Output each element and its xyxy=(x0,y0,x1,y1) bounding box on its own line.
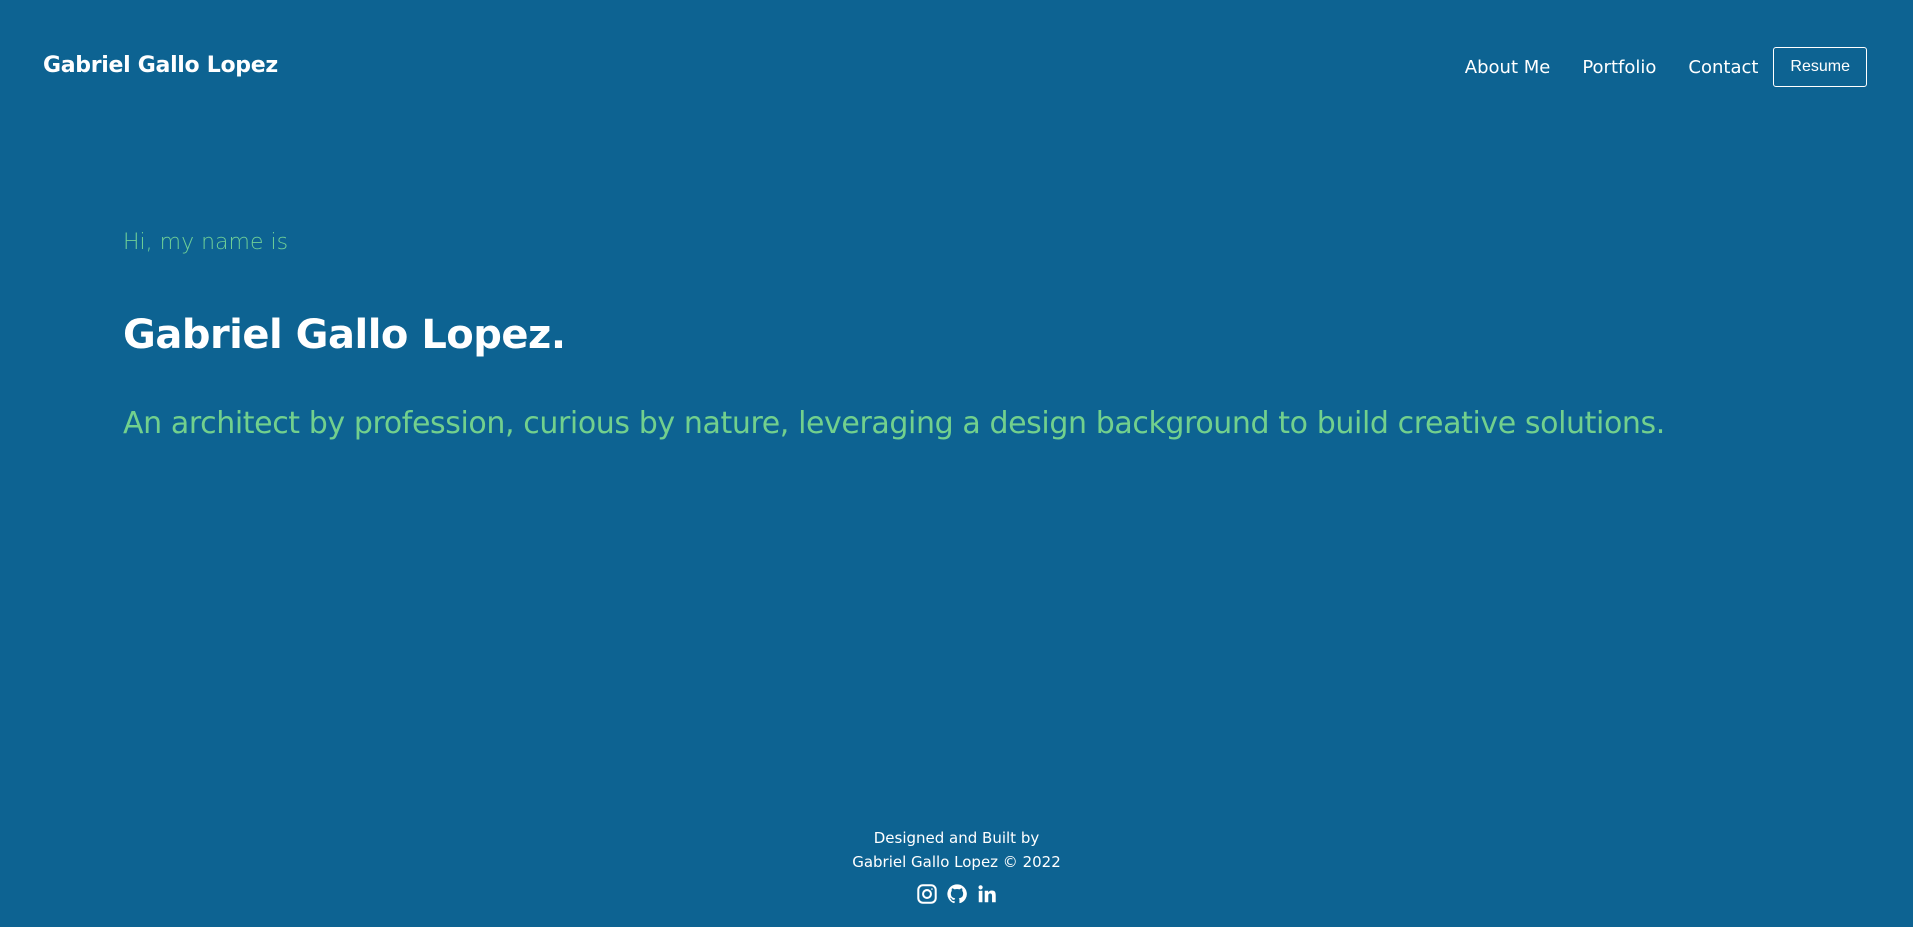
nav-link-portfolio[interactable]: Portfolio xyxy=(1582,57,1656,78)
hero-name-heading: Gabriel Gallo Lopez. xyxy=(123,312,566,358)
resume-button[interactable]: Resume xyxy=(1773,47,1867,87)
instagram-icon[interactable] xyxy=(916,883,938,905)
site-footer: Designed and Built by Gabriel Gallo Lope… xyxy=(0,826,1913,905)
site-header: Gabriel Gallo Lopez About Me Portfolio C… xyxy=(0,0,1913,134)
hero-greeting: Hi, my name is xyxy=(123,230,289,255)
nav-link-about-me[interactable]: About Me xyxy=(1465,57,1551,78)
main-nav: About Me Portfolio Contact Resume xyxy=(1465,46,1913,88)
linkedin-icon[interactable] xyxy=(976,883,998,905)
hero-tagline: An architect by profession, curious by n… xyxy=(123,406,1665,441)
hero-section: Hi, my name is Gabriel Gallo Lopez. An a… xyxy=(123,230,1823,441)
brand-logo-link[interactable]: Gabriel Gallo Lopez xyxy=(43,53,278,78)
page: Gabriel Gallo Lopez About Me Portfolio C… xyxy=(0,0,1913,927)
nav-link-contact[interactable]: Contact xyxy=(1688,57,1758,78)
github-icon[interactable] xyxy=(946,883,968,905)
footer-copyright: Gabriel Gallo Lopez © 2022 xyxy=(852,853,1061,871)
social-links xyxy=(0,883,1913,905)
footer-credit-line: Designed and Built by xyxy=(873,829,1040,847)
